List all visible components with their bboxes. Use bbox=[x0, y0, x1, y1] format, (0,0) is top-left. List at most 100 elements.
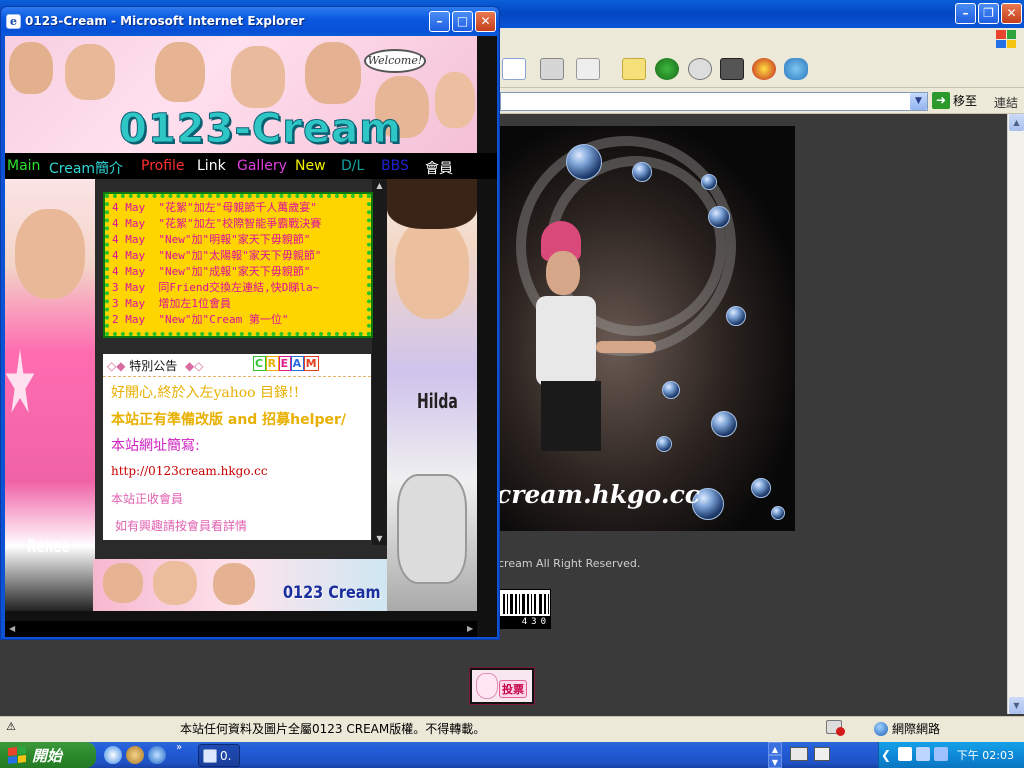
news-item[interactable]: 3 May 同Friend交換左連結,快D睇la~ bbox=[112, 280, 364, 296]
nav-download[interactable]: D/L bbox=[341, 158, 364, 174]
scroll-right-icon[interactable]: ▶ bbox=[467, 621, 473, 637]
nav-new[interactable]: New bbox=[295, 158, 326, 174]
status-bar bbox=[0, 716, 1024, 742]
discuss-icon[interactable] bbox=[622, 58, 646, 80]
news-item[interactable]: 4 May "New"加"太陽報"家天下毋親節" bbox=[112, 248, 364, 264]
quicklaunch-expand-icon[interactable]: » bbox=[176, 742, 182, 753]
restore-button[interactable]: ❐ bbox=[978, 3, 999, 24]
nav-members[interactable]: 會員 bbox=[425, 158, 453, 178]
white-shirt bbox=[536, 296, 596, 386]
close-button[interactable]: ✕ bbox=[1001, 3, 1022, 24]
msn-messenger-icon[interactable] bbox=[784, 58, 808, 80]
taskbar-item-ie[interactable]: 0. bbox=[198, 744, 240, 767]
popup-horizontal-scrollbar[interactable]: ◀ ▶ bbox=[5, 621, 477, 637]
center-scroll-up-icon[interactable]: ▲ bbox=[372, 179, 387, 192]
nav-profile[interactable]: Profile bbox=[141, 158, 185, 174]
kid-face bbox=[435, 72, 475, 128]
news-box: 4 May "花絮"加左"母親節千人萬歲宴" 4 May "花絮"加左"校際智能… bbox=[103, 192, 373, 338]
warning-icon: ⚠ bbox=[6, 720, 16, 733]
nav-cream-intro[interactable]: Cream簡介 bbox=[49, 158, 123, 178]
keyboard-icon[interactable] bbox=[790, 747, 808, 761]
go-button[interactable]: ➜ 移至 bbox=[932, 92, 977, 109]
divider bbox=[103, 376, 371, 377]
kid-face bbox=[9, 42, 53, 94]
taskbar-scroll[interactable]: ▲ ▼ bbox=[768, 742, 782, 768]
bubble bbox=[662, 381, 680, 399]
popup-blocked-icon[interactable] bbox=[826, 720, 845, 736]
renee-photo: Renee bbox=[5, 179, 95, 611]
start-button[interactable]: 開始 bbox=[0, 742, 96, 768]
bubble bbox=[708, 206, 730, 228]
globe-icon bbox=[874, 721, 888, 736]
news-item[interactable]: 2 May "New"加"Cream 第一位" bbox=[112, 312, 364, 328]
messenger-icon[interactable] bbox=[688, 58, 712, 80]
notice-title: 特別公告 bbox=[129, 359, 178, 373]
cream-letter: R bbox=[265, 356, 279, 371]
notice-line: 本站網址簡寫: bbox=[111, 438, 200, 454]
extended-arm bbox=[596, 341, 656, 353]
diamond-icon: ◇◆ bbox=[107, 359, 126, 373]
nav-gallery[interactable]: Gallery bbox=[237, 158, 287, 174]
popup-title-bar[interactable]: e 0123-Cream - Microsoft Internet Explor… bbox=[1, 7, 499, 36]
news-item[interactable]: 4 May "花絮"加左"母親節千人萬歲宴" bbox=[112, 200, 364, 216]
news-item[interactable]: 3 May 增加左1位會員 bbox=[112, 296, 364, 312]
scroll-up-icon[interactable]: ▲ bbox=[1009, 114, 1024, 131]
tray-expand-icon[interactable]: ❮ bbox=[881, 748, 891, 762]
hilda-face bbox=[395, 219, 469, 319]
site-url-link[interactable]: http://0123cream.hkgo.cc bbox=[111, 464, 268, 478]
network-icon[interactable] bbox=[916, 747, 930, 761]
news-item[interactable]: 4 May "花絮"加左"校際智能爭霸戰決賽 bbox=[112, 216, 364, 232]
center-scrollbar[interactable]: ▲ ▼ bbox=[372, 179, 387, 545]
mail-icon[interactable] bbox=[502, 58, 526, 80]
hilda-hair bbox=[387, 179, 477, 229]
bubble bbox=[726, 306, 746, 326]
bubble bbox=[711, 411, 737, 437]
notice-line: 本站正有準備改版 and 招募helper/ bbox=[111, 412, 346, 428]
windows-logo-icon bbox=[8, 746, 26, 764]
scroll-down-icon[interactable]: ▼ bbox=[1009, 697, 1024, 714]
address-dropdown-icon[interactable]: ▼ bbox=[910, 93, 927, 110]
scroll-left-icon[interactable]: ◀ bbox=[9, 621, 15, 637]
volume-icon[interactable] bbox=[934, 747, 948, 761]
tray-app-icon[interactable] bbox=[898, 747, 912, 761]
bubble bbox=[751, 478, 771, 498]
taskbar-scroll-down-icon[interactable]: ▼ bbox=[768, 755, 782, 768]
page-scrollbar[interactable]: ▲ ▼ bbox=[1007, 114, 1024, 714]
vote-button[interactable]: 投票 bbox=[469, 667, 535, 705]
zone-label: 網際網路 bbox=[892, 722, 941, 736]
address-input[interactable] bbox=[500, 92, 928, 111]
popup-browser-window: e 0123-Cream - Microsoft Internet Explor… bbox=[0, 6, 500, 640]
quicklaunch-ie-icon[interactable] bbox=[148, 746, 166, 764]
renee-label: Renee bbox=[27, 536, 70, 557]
links-label[interactable]: 連結 bbox=[994, 94, 1018, 111]
minimize-button[interactable]: – bbox=[955, 3, 976, 24]
popup-close-button[interactable]: ✕ bbox=[475, 11, 496, 32]
hit-counter[interactable]: 430 bbox=[498, 589, 551, 629]
center-scroll-down-icon[interactable]: ▼ bbox=[372, 532, 387, 545]
nav-main[interactable]: Main bbox=[7, 158, 40, 174]
renee-face bbox=[15, 209, 85, 299]
notice-cream-label: CREAM bbox=[253, 356, 320, 371]
language-icon[interactable] bbox=[814, 747, 830, 761]
quicklaunch-media-icon[interactable] bbox=[126, 746, 144, 764]
news-item[interactable]: 4 May "New"加"明報"家天下毋親節" bbox=[112, 232, 364, 248]
go-arrow-icon: ➜ bbox=[932, 92, 950, 109]
news-item[interactable]: 4 May "New"加"成報"家天下毋親節" bbox=[112, 264, 364, 280]
edit-icon[interactable] bbox=[576, 58, 600, 80]
taskbar-item-label: 0. bbox=[220, 748, 232, 763]
nav-link[interactable]: Link bbox=[197, 158, 226, 174]
start-label: 開始 bbox=[32, 746, 63, 765]
research-icon[interactable] bbox=[720, 58, 744, 80]
popup-minimize-button[interactable]: – bbox=[429, 11, 450, 32]
kid-face bbox=[103, 563, 143, 603]
nav-bbs[interactable]: BBS bbox=[381, 158, 409, 174]
taskbar-scroll-up-icon[interactable]: ▲ bbox=[768, 742, 782, 755]
kid-face bbox=[65, 44, 115, 100]
quicklaunch-browser-icon[interactable] bbox=[104, 746, 122, 764]
popup-maximize-button[interactable]: □ bbox=[452, 11, 473, 32]
clock[interactable]: 下午 02:03 bbox=[957, 747, 1014, 763]
print-icon[interactable] bbox=[540, 58, 564, 80]
yahoo-messenger-icon[interactable] bbox=[752, 58, 776, 80]
star-print bbox=[5, 349, 35, 413]
icq-icon[interactable] bbox=[655, 58, 679, 80]
